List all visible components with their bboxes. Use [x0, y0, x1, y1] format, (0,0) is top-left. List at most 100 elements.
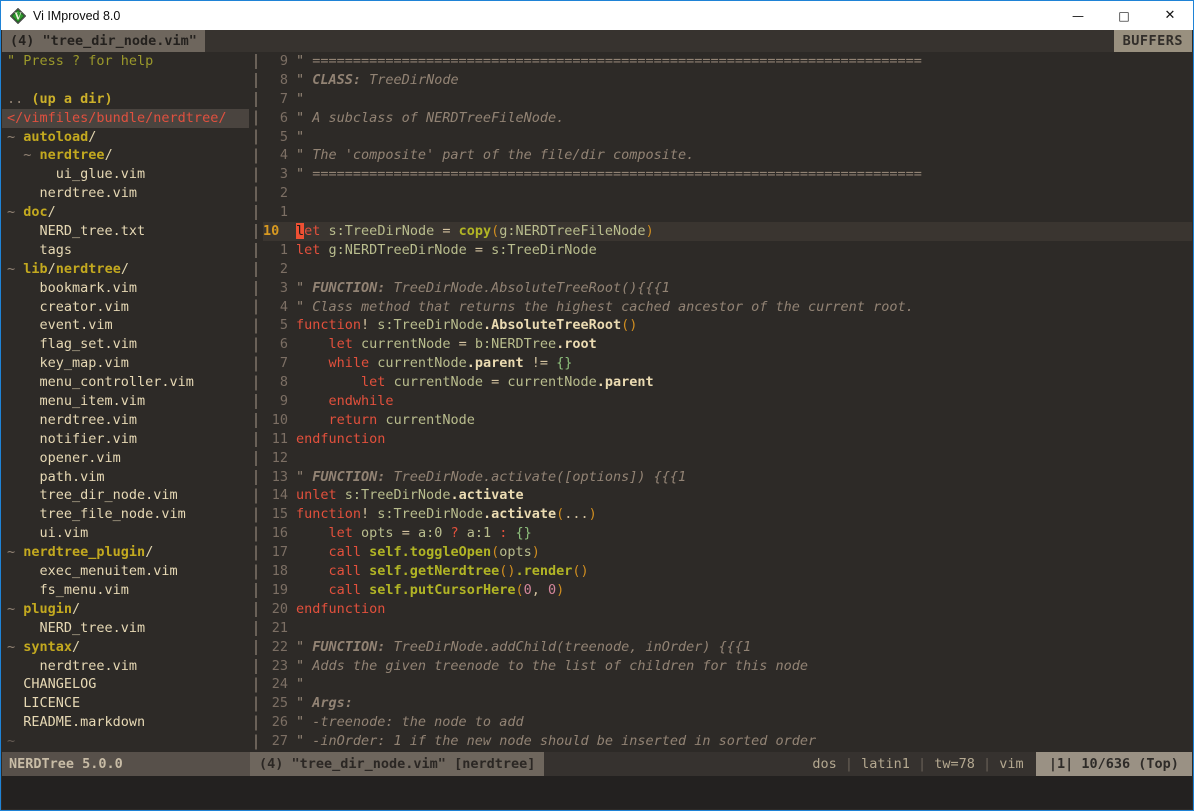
syntax-token: call [329, 544, 362, 560]
line-number: 9 [263, 392, 288, 411]
tree-item[interactable]: ~ nerdtree/ [2, 146, 249, 165]
tree-item[interactable]: nerdtree.vim [2, 657, 249, 676]
command-line[interactable] [2, 776, 1192, 809]
code-line[interactable]: 5function! s:TreeDirNode.AbsoluteTreeRoo… [263, 316, 1192, 335]
code-line[interactable]: 5" [263, 128, 1192, 147]
window-split-separator[interactable] [249, 52, 263, 752]
code-line[interactable]: 7 while currentNode.parent != {} [263, 354, 1192, 373]
tree-item[interactable]: creator.vim [2, 298, 249, 317]
tree-item[interactable]: .. (up a dir) [2, 90, 249, 109]
code-line[interactable]: 2 [263, 260, 1192, 279]
code-line[interactable]: 6" A subclass of NERDTreeFileNode. [263, 109, 1192, 128]
code-line[interactable]: 13" FUNCTION: TreeDirNode.activate([opti… [263, 468, 1192, 487]
code-line[interactable]: 10 return currentNode [263, 411, 1192, 430]
tree-item[interactable]: menu_controller.vim [2, 373, 249, 392]
tree-item[interactable]: LICENCE [2, 694, 249, 713]
tree-item[interactable]: ~ [2, 732, 249, 751]
syntax-token: " [296, 129, 304, 145]
code-line[interactable]: 3" FUNCTION: TreeDirNode.AbsoluteTreeRoo… [263, 279, 1192, 298]
tree-item[interactable]: notifier.vim [2, 430, 249, 449]
code-line[interactable]: 22" FUNCTION: TreeDirNode.addChild(treen… [263, 638, 1192, 657]
buffers-label: BUFFERS [1114, 30, 1192, 52]
code-line[interactable]: 3" =====================================… [263, 165, 1192, 184]
code-line[interactable]: 1let g:NERDTreeDirNode = s:TreeDirNode [263, 241, 1192, 260]
syntax-token: endwhile [329, 393, 394, 409]
code-line[interactable]: 6 let currentNode = b:NERDTree.root [263, 335, 1192, 354]
tree-item[interactable]: ui.vim [2, 524, 249, 543]
code-line[interactable]: 26" -treenode: the node to add [263, 713, 1192, 732]
tree-item[interactable]: flag_set.vim [2, 335, 249, 354]
code-line[interactable]: 24" [263, 675, 1192, 694]
code-line[interactable]: 10let s:TreeDirNode = copy(g:NERDTreeFil… [263, 222, 1192, 241]
tree-item[interactable]: ~ autoload/ [2, 128, 249, 147]
code-line[interactable]: 17 call self.toggleOpen(opts) [263, 543, 1192, 562]
code-line[interactable]: 18 call self.getNerdtree().render() [263, 562, 1192, 581]
code-line[interactable]: 19 call self.putCursorHere(0, 0) [263, 581, 1192, 600]
tree-item[interactable]: key_map.vim [2, 354, 249, 373]
code-line[interactable]: 12 [263, 449, 1192, 468]
code-line[interactable]: 23" Adds the given treenode to the list … [263, 657, 1192, 676]
code-line[interactable]: 16 let opts = a:0 ? a:1 : {} [263, 524, 1192, 543]
tree-item[interactable]: menu_item.vim [2, 392, 249, 411]
maximize-button[interactable]: □ [1101, 1, 1147, 30]
code-line[interactable]: 9" =====================================… [263, 52, 1192, 71]
tree-item[interactable]: nerdtree.vim [2, 184, 249, 203]
tree-item[interactable]: tree_file_node.vim [2, 505, 249, 524]
code-line[interactable]: 4" Class method that returns the highest… [263, 298, 1192, 317]
tree-item[interactable]: opener.vim [2, 449, 249, 468]
code-line[interactable]: 15function! s:TreeDirNode.activate(...) [263, 505, 1192, 524]
tree-item[interactable]: NERD_tree.vim [2, 619, 249, 638]
code-line[interactable]: 2 [263, 184, 1192, 203]
syntax-token: ~ [7, 204, 23, 220]
tree-item[interactable]: ui_glue.vim [2, 165, 249, 184]
code-line[interactable]: 4" The 'composite' part of the file/dir … [263, 146, 1192, 165]
tree-item[interactable]: event.vim [2, 316, 249, 335]
code-line[interactable]: 27" -inOrder: 1 if the new node should b… [263, 732, 1192, 751]
code-line[interactable]: 21 [263, 619, 1192, 638]
code-line[interactable]: 20endfunction [263, 600, 1192, 619]
tree-item[interactable]: ~ plugin/ [2, 600, 249, 619]
code-editor[interactable]: 9" =====================================… [263, 52, 1192, 752]
syntax-token: creator.vim [7, 299, 129, 315]
tree-item[interactable]: exec_menuitem.vim [2, 562, 249, 581]
line-number: 20 [263, 600, 288, 619]
code-line[interactable]: 9 endwhile [263, 392, 1192, 411]
syntax-token: .AbsoluteTreeRoot [483, 317, 621, 333]
tree-item[interactable]: NERD_tree.txt [2, 222, 249, 241]
tree-item[interactable]: fs_menu.vim [2, 581, 249, 600]
tree-item[interactable]: path.vim [2, 468, 249, 487]
code-line[interactable]: 8" CLASS: TreeDirNode [263, 71, 1192, 90]
tree-item[interactable]: ~ doc/ [2, 203, 249, 222]
tree-item[interactable]: bookmark.vim [2, 279, 249, 298]
syntax-token: / [48, 204, 56, 220]
syntax-token [385, 374, 393, 390]
code-line[interactable]: 11endfunction [263, 430, 1192, 449]
syntax-token: " Adds the given treenode to the list of… [296, 658, 808, 674]
tree-item[interactable]: CHANGELOG [2, 675, 249, 694]
syntax-token: " -treenode: the node to add [296, 714, 524, 730]
syntax-token: menu_item.vim [7, 393, 145, 409]
tree-item[interactable]: tree_dir_node.vim [2, 486, 249, 505]
code-line[interactable]: 25" Args: [263, 694, 1192, 713]
syntax-token: {} [556, 355, 572, 371]
close-button[interactable]: ✕ [1147, 1, 1193, 30]
tree-item[interactable]: ~ lib/nerdtree/ [2, 260, 249, 279]
code-line[interactable]: 1 [263, 203, 1192, 222]
tree-item[interactable]: " Press ? for help [2, 52, 249, 71]
code-line[interactable]: 14unlet s:TreeDirNode.activate [263, 486, 1192, 505]
syntax-token: 0 [548, 582, 556, 598]
syntax-token: .activate [450, 487, 523, 503]
tree-item[interactable]: nerdtree.vim [2, 411, 249, 430]
tree-item[interactable] [2, 71, 249, 90]
vim-window: V Vi IMproved 8.0 — □ ✕ (4) "tree_dir_no… [0, 0, 1194, 811]
code-line[interactable]: 8 let currentNode = currentNode.parent [263, 373, 1192, 392]
code-line[interactable]: 7" [263, 90, 1192, 109]
minimize-button[interactable]: — [1055, 1, 1101, 30]
tab-tree-dir-node[interactable]: (4) "tree_dir_node.vim" [2, 30, 205, 52]
tree-item[interactable]: README.markdown [2, 713, 249, 732]
syntax-token: NERD_tree.vim [7, 620, 145, 636]
tree-item[interactable]: ~ syntax/ [2, 638, 249, 657]
tree-item[interactable]: tags [2, 241, 249, 260]
tree-item[interactable]: </vimfiles/bundle/nerdtree/ [2, 109, 249, 128]
tree-item[interactable]: ~ nerdtree_plugin/ [2, 543, 249, 562]
